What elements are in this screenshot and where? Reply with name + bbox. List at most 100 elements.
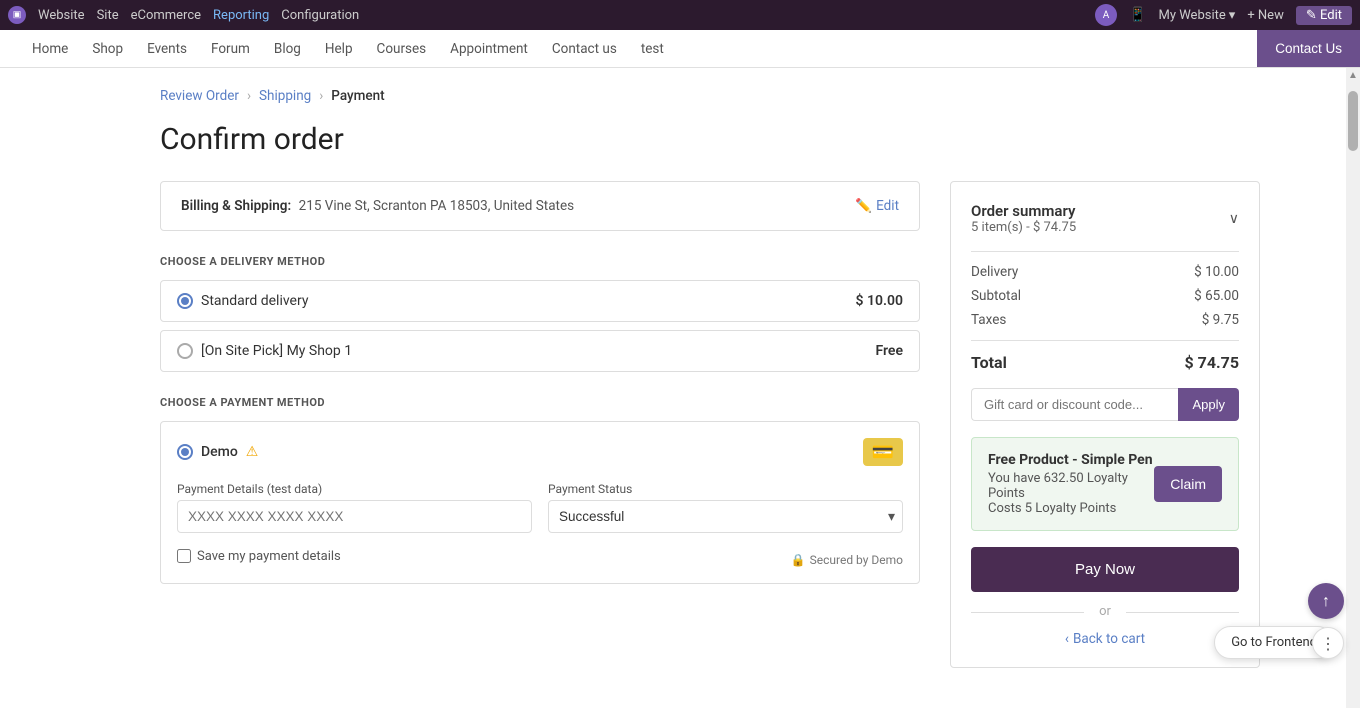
nav-links: Home Shop Events Forum Blog Help Courses… bbox=[20, 33, 1340, 65]
payment-bottom-row: Save my payment details 🔒 Secured by Dem… bbox=[177, 545, 903, 567]
nav-forum[interactable]: Forum bbox=[199, 33, 262, 65]
billing-info: Billing & Shipping: 215 Vine St, Scranto… bbox=[181, 198, 574, 214]
summary-title: Order summary bbox=[971, 202, 1076, 220]
right-column: Order summary 5 item(s) - $ 74.75 ∨ Deli… bbox=[950, 181, 1260, 668]
scrollbar[interactable]: ▲ bbox=[1346, 68, 1360, 708]
back-arrow-icon: ‹ bbox=[1065, 631, 1069, 647]
payment-details-label: Payment Details (test data) bbox=[177, 482, 532, 496]
secured-by-row: 🔒 Secured by Demo bbox=[791, 553, 903, 567]
nav-test[interactable]: test bbox=[629, 33, 676, 65]
credit-card-icon: 💳 bbox=[863, 438, 903, 466]
main-content: Review Order › Shipping › Payment Confir… bbox=[0, 68, 1350, 708]
nav-bar: Home Shop Events Forum Blog Help Courses… bbox=[0, 30, 1360, 68]
nav-help[interactable]: Help bbox=[313, 33, 365, 65]
nav-contact-us[interactable]: Contact us bbox=[540, 33, 629, 65]
save-payment-checkbox[interactable] bbox=[177, 549, 191, 563]
billing-card: Billing & Shipping: 215 Vine St, Scranto… bbox=[160, 181, 920, 231]
admin-nav-ecommerce[interactable]: eCommerce bbox=[131, 8, 201, 23]
contact-us-button[interactable]: Contact Us bbox=[1257, 30, 1360, 67]
option-left-onsite: [On Site Pick] My Shop 1 bbox=[177, 343, 352, 359]
save-payment-label[interactable]: Save my payment details bbox=[177, 549, 341, 564]
loyalty-info: Free Product - Simple Pen You have 632.5… bbox=[988, 452, 1154, 516]
nav-home[interactable]: Home bbox=[20, 33, 80, 65]
admin-nav-configuration[interactable]: Configuration bbox=[281, 8, 359, 23]
pay-now-button[interactable]: Pay Now bbox=[971, 547, 1239, 592]
radio-onsite[interactable] bbox=[177, 343, 193, 359]
delivery-option-onsite[interactable]: [On Site Pick] My Shop 1 Free bbox=[160, 330, 920, 372]
billing-label: Billing & Shipping: bbox=[181, 198, 291, 214]
left-column: Billing & Shipping: 215 Vine St, Scranto… bbox=[160, 181, 920, 668]
warning-icon: ⚠ bbox=[246, 444, 259, 460]
nav-courses[interactable]: Courses bbox=[365, 33, 439, 65]
breadcrumb-review-order[interactable]: Review Order bbox=[160, 88, 239, 104]
gift-card-input[interactable] bbox=[971, 388, 1178, 421]
payment-card-input[interactable] bbox=[177, 500, 532, 533]
content-area: Billing & Shipping: 215 Vine St, Scranto… bbox=[160, 181, 1310, 668]
admin-nav-site[interactable]: Site bbox=[97, 8, 119, 23]
payment-name: Demo bbox=[201, 444, 238, 460]
chevron-down-icon: ▾ bbox=[1229, 8, 1236, 23]
payment-section-header: CHOOSE A PAYMENT METHOD bbox=[160, 396, 920, 409]
delivery-value: $ 10.00 bbox=[1194, 264, 1239, 280]
secured-by-text: Secured by Demo bbox=[810, 553, 903, 567]
payment-details-field: Payment Details (test data) bbox=[177, 482, 532, 533]
summary-subtitle: 5 item(s) - $ 74.75 bbox=[971, 220, 1076, 235]
delivery-section-header: CHOOSE A DELIVERY METHOD bbox=[160, 255, 920, 268]
breadcrumb-sep-1: › bbox=[247, 88, 251, 104]
new-button[interactable]: + New bbox=[1247, 8, 1284, 23]
loyalty-costs: Costs 5 Loyalty Points bbox=[988, 501, 1154, 516]
brand-logo[interactable]: ▣ bbox=[8, 6, 26, 24]
breadcrumb-shipping[interactable]: Shipping bbox=[259, 88, 311, 104]
delivery-name-onsite: [On Site Pick] My Shop 1 bbox=[201, 343, 352, 359]
nav-shop[interactable]: Shop bbox=[80, 33, 135, 65]
save-payment-text: Save my payment details bbox=[197, 549, 341, 564]
scroll-up-btn[interactable]: ▲ bbox=[1348, 70, 1358, 81]
edit-button[interactable]: ✎ Edit bbox=[1296, 6, 1352, 25]
summary-taxes-line: Taxes $ 9.75 bbox=[971, 312, 1239, 328]
chevron-down-icon[interactable]: ∨ bbox=[1229, 211, 1239, 227]
go-frontend-dots-button[interactable]: ⋮ bbox=[1312, 627, 1344, 659]
radio-demo-payment[interactable] bbox=[177, 444, 193, 460]
back-to-cart: ‹ Back to cart bbox=[971, 631, 1239, 647]
nav-events[interactable]: Events bbox=[135, 33, 199, 65]
payment-status-label: Payment Status bbox=[548, 482, 903, 496]
nav-blog[interactable]: Blog bbox=[262, 33, 313, 65]
go-frontend-label: Go to Frontend bbox=[1231, 635, 1317, 650]
total-value: $ 74.75 bbox=[1184, 353, 1239, 372]
nav-appointment[interactable]: Appointment bbox=[438, 33, 540, 65]
billing-address: 215 Vine St, Scranton PA 18503, United S… bbox=[299, 198, 574, 214]
taxes-label: Taxes bbox=[971, 312, 1006, 328]
user-avatar[interactable]: A bbox=[1095, 4, 1117, 26]
summary-divider-2 bbox=[971, 340, 1239, 341]
delivery-name-standard: Standard delivery bbox=[201, 293, 308, 309]
admin-nav-reporting[interactable]: Reporting bbox=[213, 8, 269, 23]
delivery-price-standard: $ 10.00 bbox=[856, 293, 903, 309]
page-title: Confirm order bbox=[160, 122, 1310, 157]
scrollbar-thumb[interactable] bbox=[1348, 91, 1358, 151]
payment-header-left: Demo ⚠ bbox=[177, 444, 258, 460]
payment-status-select[interactable]: Successful Declined Pending bbox=[548, 500, 903, 533]
order-summary-card: Order summary 5 item(s) - $ 74.75 ∨ Deli… bbox=[950, 181, 1260, 668]
delivery-label: Delivery bbox=[971, 264, 1018, 280]
delivery-option-standard[interactable]: Standard delivery $ 10.00 bbox=[160, 280, 920, 322]
summary-delivery-line: Delivery $ 10.00 bbox=[971, 264, 1239, 280]
admin-bar: ▣ Website Site eCommerce Reporting Confi… bbox=[0, 0, 1360, 30]
subtotal-value: $ 65.00 bbox=[1194, 288, 1239, 304]
claim-button[interactable]: Claim bbox=[1154, 466, 1222, 502]
loyalty-points: You have 632.50 Loyalty Points bbox=[988, 471, 1154, 501]
option-left-standard: Standard delivery bbox=[177, 293, 308, 309]
mobile-icon: 📱 bbox=[1129, 7, 1146, 23]
admin-nav-website[interactable]: Website bbox=[38, 8, 85, 23]
pencil-icon: ✏️ bbox=[855, 198, 872, 214]
subtotal-label: Subtotal bbox=[971, 288, 1021, 304]
apply-button[interactable]: Apply bbox=[1178, 388, 1239, 421]
scroll-to-top-button[interactable]: ↑ bbox=[1308, 583, 1344, 619]
my-website-dropdown[interactable]: My Website ▾ bbox=[1159, 8, 1236, 23]
radio-standard[interactable] bbox=[177, 293, 193, 309]
back-to-cart-link[interactable]: ‹ Back to cart bbox=[971, 631, 1239, 647]
summary-subtotal-line: Subtotal $ 65.00 bbox=[971, 288, 1239, 304]
lock-icon: 🔒 bbox=[791, 553, 806, 567]
billing-edit-link[interactable]: ✏️ Edit bbox=[855, 198, 899, 214]
taxes-value: $ 9.75 bbox=[1202, 312, 1239, 328]
payment-card: Demo ⚠ 💳 Payment Details (test data) bbox=[160, 421, 920, 584]
